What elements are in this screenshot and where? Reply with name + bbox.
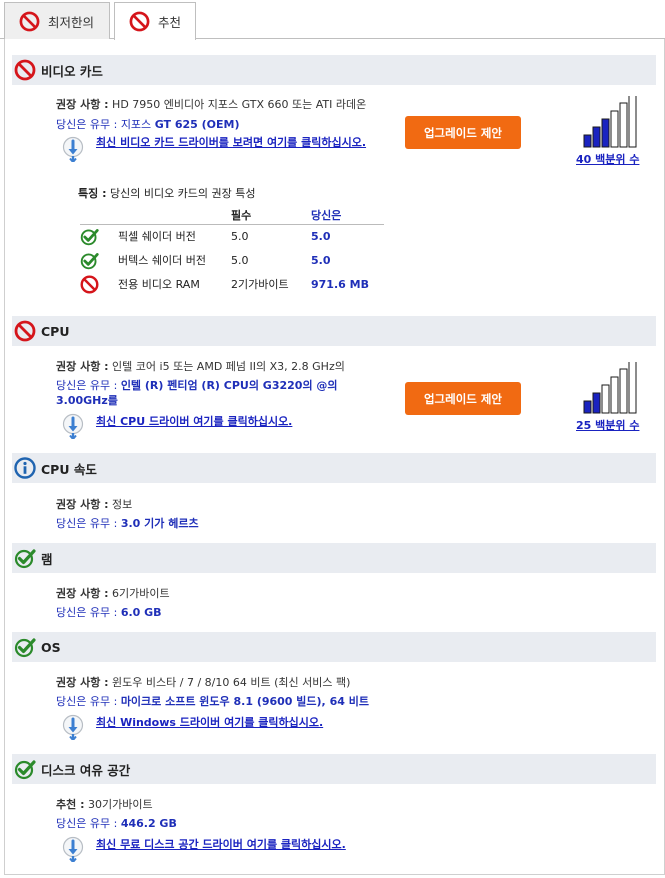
video-percentile-meter bbox=[583, 96, 637, 148]
cpu-driver-link[interactable]: 최신 CPU 드라이버 여기를 클릭하십시오. bbox=[96, 415, 292, 429]
pass-icon bbox=[14, 547, 36, 569]
cpu-yours: 당신은 유무 : 인텔 (R) 펜티엄 (R) CPU의 G3220의 @의 bbox=[56, 379, 338, 392]
tab-bar: 최저한의 추천 bbox=[0, 0, 665, 40]
fail-icon bbox=[129, 11, 150, 32]
tab-recommended[interactable]: 추천 bbox=[114, 2, 196, 40]
disk-yours: 당신은 유무 : 446.2 GB bbox=[56, 817, 177, 830]
section-header-ram: 램 bbox=[12, 543, 656, 573]
table-row: 픽셀 쉐이더 버전 5.0 5.0 bbox=[80, 224, 384, 248]
pass-icon bbox=[80, 227, 99, 246]
section-header-cpu: CPU bbox=[12, 316, 656, 346]
section-title: CPU 속도 bbox=[41, 461, 97, 477]
tab-minimum-label: 최저한의 bbox=[48, 14, 95, 30]
video-driver-link[interactable]: 최신 비디오 카드 드라이버를 보려면 여기를 클릭하십시오. bbox=[96, 136, 396, 150]
cpu-speed-yours: 당신은 유무 : 3.0 기가 헤르츠 bbox=[56, 517, 199, 530]
video-percentile-link[interactable]: 40 백분위 수 bbox=[576, 151, 639, 167]
video-feature-note: 특징 : 당신의 비디오 카드의 권장 특성 bbox=[78, 187, 256, 200]
table-row: 버텍스 쉐이더 버전 5.0 5.0 bbox=[80, 248, 384, 272]
section-title: 비디오 카드 bbox=[41, 63, 103, 79]
download-icon[interactable] bbox=[62, 136, 84, 162]
feature-name: 픽셀 쉐이더 버전 bbox=[118, 230, 196, 244]
cpu-upgrade-button[interactable]: 업그레이드 제안 bbox=[405, 382, 521, 415]
os-driver-link-row: 최신 Windows 드라이버 여기를 클릭하십시오. bbox=[62, 714, 323, 740]
cpu-driver-link-row: 최신 CPU 드라이버 여기를 클릭하십시오. bbox=[62, 413, 292, 439]
disk-recommended: 추천 : 30기가바이트 bbox=[56, 798, 153, 811]
disk-driver-link[interactable]: 최신 무료 디스크 공간 드라이버 여기를 클릭하십시오. bbox=[96, 838, 346, 852]
section-title: 디스크 여유 공간 bbox=[41, 762, 131, 778]
tab-recommended-label: 추천 bbox=[158, 15, 182, 30]
required-value: 5.0 bbox=[231, 229, 249, 243]
disk-driver-link-row: 최신 무료 디스크 공간 드라이버 여기를 클릭하십시오. bbox=[62, 836, 346, 862]
video-recommended: 권장 사항 : HD 7950 엔비디아 지포스 GTX 660 또는 ATI … bbox=[56, 98, 367, 111]
os-driver-link[interactable]: 최신 Windows 드라이버 여기를 클릭하십시오. bbox=[96, 716, 323, 730]
fail-icon bbox=[14, 320, 36, 342]
required-value: 2기가바이트 bbox=[231, 278, 289, 291]
download-icon[interactable] bbox=[62, 836, 84, 862]
section-title: CPU bbox=[41, 323, 70, 339]
your-value: 5.0 bbox=[311, 229, 331, 243]
feature-name: 전용 비디오 RAM bbox=[118, 278, 200, 291]
meter-bar bbox=[592, 392, 601, 414]
fail-icon bbox=[14, 59, 36, 81]
required-col-header: 필수 bbox=[231, 207, 311, 225]
feature-name: 버텍스 쉐이더 버전 bbox=[118, 254, 206, 267]
meter-bar bbox=[619, 368, 628, 414]
meter-bar bbox=[601, 118, 610, 148]
download-icon[interactable] bbox=[62, 413, 84, 439]
ram-yours: 당신은 유무 : 6.0 GB bbox=[56, 606, 162, 619]
pass-icon bbox=[14, 636, 36, 658]
meter-bar bbox=[610, 110, 619, 148]
os-yours: 당신은 유무 : 마이크로 소프트 윈도우 8.1 (9600 빌드), 64 … bbox=[56, 695, 369, 708]
ram-recommended: 권장 사항 : 6기가바이트 bbox=[56, 587, 170, 600]
section-header-video-card: 비디오 카드 bbox=[12, 55, 656, 85]
your-value: 5.0 bbox=[311, 253, 331, 267]
table-row: 전용 비디오 RAM 2기가바이트 971.6 MB bbox=[80, 272, 384, 296]
meter-bar bbox=[610, 376, 619, 414]
cpu-percentile-link[interactable]: 25 백분위 수 bbox=[576, 417, 639, 433]
fail-icon bbox=[19, 11, 40, 32]
pass-icon bbox=[14, 758, 36, 780]
cpu-yours-cont: 3.00GHz를 bbox=[56, 394, 118, 407]
section-header-cpu-speed: CPU 속도 bbox=[12, 453, 656, 483]
video-yours: 당신은 유무 : 지포스 GT 625 (OEM) bbox=[56, 118, 240, 131]
section-header-os: OS bbox=[12, 632, 656, 662]
table-header-row: 필수 당신은 bbox=[80, 207, 384, 225]
yours-col-header: 당신은 bbox=[311, 207, 384, 225]
your-value: 971.6 MB bbox=[311, 277, 369, 291]
required-value: 5.0 bbox=[231, 253, 249, 267]
fail-icon bbox=[80, 275, 99, 294]
section-header-disk: 디스크 여유 공간 bbox=[12, 754, 656, 784]
video-requirements-table: 필수 당신은 픽셀 쉐이더 버전 5.0 5.0 버텍스 쉐이더 버전 5.0 … bbox=[80, 207, 384, 296]
meter-bar bbox=[583, 400, 592, 414]
pass-icon bbox=[80, 251, 99, 270]
meter-bar bbox=[619, 102, 628, 148]
cpu-percentile-meter bbox=[583, 362, 637, 414]
meter-bar bbox=[628, 96, 637, 148]
section-title: 램 bbox=[41, 551, 53, 567]
tab-minimum[interactable]: 최저한의 bbox=[4, 2, 110, 39]
meter-bar bbox=[583, 134, 592, 148]
download-icon[interactable] bbox=[62, 714, 84, 740]
section-title: OS bbox=[41, 639, 61, 655]
cpu-speed-recommended: 권장 사항 : 정보 bbox=[56, 498, 133, 511]
meter-bar bbox=[592, 126, 601, 148]
info-icon bbox=[14, 457, 36, 479]
cpu-recommended: 권장 사항 : 인텔 코어 i5 또는 AMD 페넘 II의 X3, 2.8 G… bbox=[56, 360, 345, 373]
os-recommended: 권장 사항 : 윈도우 비스타 / 7 / 8/10 64 비트 (최신 서비스… bbox=[56, 676, 351, 689]
meter-bar bbox=[628, 362, 637, 414]
meter-bar bbox=[601, 384, 610, 414]
video-upgrade-button[interactable]: 업그레이드 제안 bbox=[405, 116, 521, 149]
video-driver-link-row: 최신 비디오 카드 드라이버를 보려면 여기를 클릭하십시오. bbox=[62, 136, 396, 162]
